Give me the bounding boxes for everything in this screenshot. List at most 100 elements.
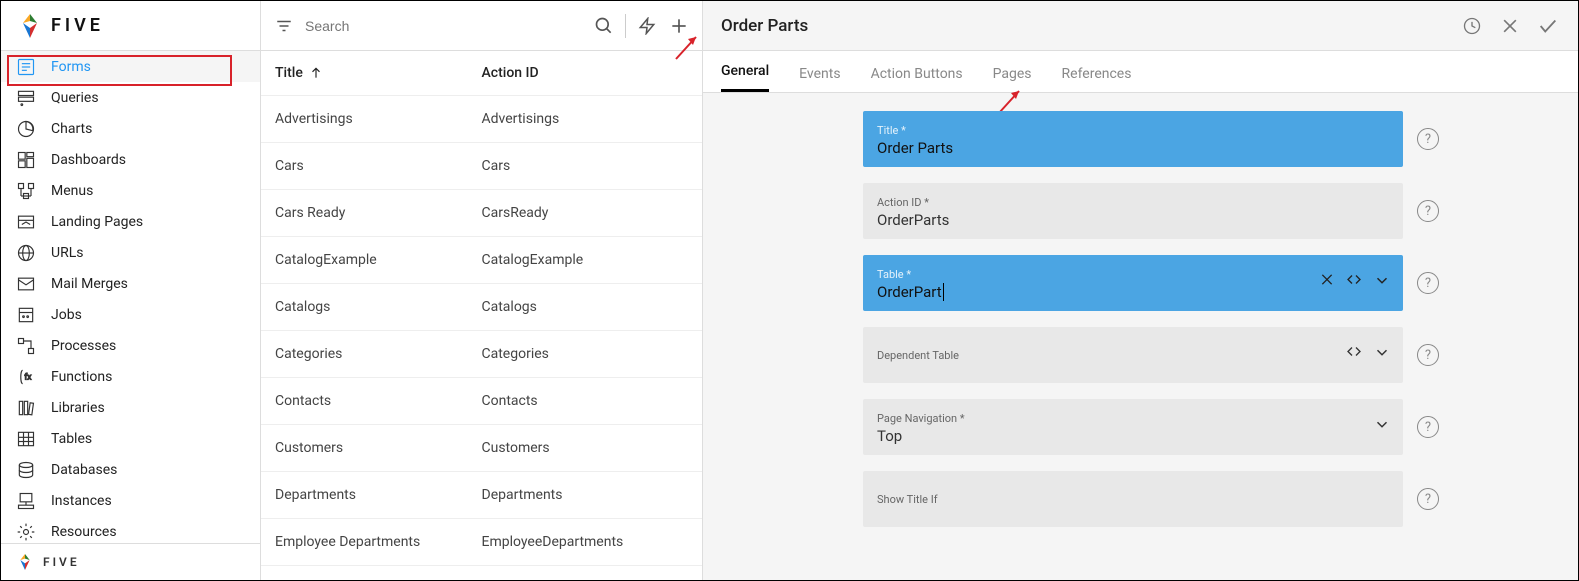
resource-icon [15, 521, 37, 543]
tab-references[interactable]: References [1062, 56, 1132, 92]
list-row[interactable]: AdvertisingsAdvertisings [261, 96, 702, 143]
list-row[interactable]: CatalogExampleCatalogExample [261, 237, 702, 284]
close-icon[interactable] [1498, 14, 1522, 38]
sidebar-item-label: Landing Pages [51, 214, 143, 230]
sidebar-item-instances[interactable]: Instances [1, 485, 260, 516]
help-icon[interactable]: ? [1417, 344, 1439, 366]
list-row[interactable]: ContactsContacts [261, 378, 702, 425]
help-icon[interactable]: ? [1417, 272, 1439, 294]
list-row[interactable]: DepartmentsDepartments [261, 472, 702, 519]
landing-icon [15, 211, 37, 233]
list-row[interactable]: Employee DepartmentsEmployeeDepartments [261, 519, 702, 566]
field-icons [1345, 344, 1391, 367]
process-icon [15, 335, 37, 357]
field-icons [1373, 416, 1391, 439]
col-title[interactable]: Title [275, 65, 482, 81]
field-f5[interactable]: Page Navigation *Top [863, 399, 1403, 455]
cell-title: Cars Ready [275, 205, 482, 221]
cell-title: Employee Departments [275, 534, 482, 550]
code-icon[interactable] [1345, 272, 1363, 295]
field-f6[interactable]: Show Title If [863, 471, 1403, 527]
sidebar-item-label: Queries [51, 90, 99, 106]
cell-title: CatalogExample [275, 252, 482, 268]
sidebar-item-queries[interactable]: Queries [1, 82, 260, 113]
help-icon[interactable]: ? [1417, 200, 1439, 222]
chevron-down-icon[interactable] [1373, 272, 1391, 295]
clear-icon[interactable] [1319, 272, 1335, 295]
logo: FIVE [1, 1, 260, 51]
field-row: Title *Order Parts? [863, 111, 1568, 167]
chart-icon [15, 118, 37, 140]
list-row[interactable]: CustomersCustomers [261, 425, 702, 472]
field-f2[interactable]: Action ID *OrderParts [863, 183, 1403, 239]
history-icon[interactable] [1460, 14, 1484, 38]
chevron-down-icon[interactable] [1373, 344, 1391, 367]
logo-icon [15, 11, 45, 41]
help-icon[interactable]: ? [1417, 128, 1439, 150]
db-icon [15, 459, 37, 481]
sidebar-item-dashboards[interactable]: Dashboards [1, 144, 260, 175]
sidebar-item-charts[interactable]: Charts [1, 113, 260, 144]
query-icon [15, 87, 37, 109]
col-action[interactable]: Action ID [482, 65, 689, 81]
bolt-icon[interactable] [636, 15, 658, 37]
tab-events[interactable]: Events [799, 56, 840, 92]
help-icon[interactable]: ? [1417, 416, 1439, 438]
sidebar-item-databases[interactable]: Databases [1, 454, 260, 485]
field-f3[interactable]: Table *OrderPart [863, 255, 1403, 311]
search-icon[interactable] [593, 15, 615, 37]
cell-action: Customers [482, 440, 689, 456]
sidebar-item-label: Menus [51, 183, 93, 199]
help-icon[interactable]: ? [1417, 488, 1439, 510]
chevron-down-icon[interactable] [1373, 416, 1391, 439]
sidebar-item-functions[interactable]: fxFunctions [1, 361, 260, 392]
col-action-label: Action ID [482, 65, 539, 81]
tab-action-buttons[interactable]: Action Buttons [871, 56, 963, 92]
sidebar-item-mail-merges[interactable]: Mail Merges [1, 268, 260, 299]
tabs: General Events Action Buttons Pages Referenc… [703, 51, 1578, 93]
sidebar-item-menus[interactable]: Menus [1, 175, 260, 206]
sidebar-item-label: Processes [51, 338, 116, 354]
sidebar-item-landing-pages[interactable]: Landing Pages [1, 206, 260, 237]
filter-icon[interactable] [273, 15, 295, 37]
field-value: Top [877, 427, 1389, 445]
cell-action: CarsReady [482, 205, 689, 221]
sidebar-item-urls[interactable]: URLs [1, 237, 260, 268]
sidebar-item-label: Resources [51, 524, 117, 540]
sidebar: FIVE Forms Queries Charts Dashboards Menus La… [1, 1, 261, 580]
field-value: Order Parts [877, 139, 1389, 157]
field-value: OrderPart [877, 283, 1389, 301]
detail-header: Order Parts [703, 1, 1578, 51]
cell-title: Catalogs [275, 299, 482, 315]
list-row[interactable]: CatalogsCatalogs [261, 284, 702, 331]
sidebar-item-label: Mail Merges [51, 276, 128, 292]
field-f1[interactable]: Title *Order Parts [863, 111, 1403, 167]
sidebar-item-tables[interactable]: Tables [1, 423, 260, 454]
sidebar-item-libraries[interactable]: Libraries [1, 392, 260, 423]
tab-general[interactable]: General [721, 53, 769, 92]
cell-action: Cars [482, 158, 689, 174]
table-icon [15, 428, 37, 450]
code-icon[interactable] [1345, 344, 1363, 367]
confirm-icon[interactable] [1536, 14, 1560, 38]
sidebar-item-forms[interactable]: Forms [1, 51, 260, 82]
sidebar-item-label: Charts [51, 121, 92, 137]
footer-logo-text: FIVE [43, 555, 80, 569]
menu-icon [15, 180, 37, 202]
sidebar-item-jobs[interactable]: Jobs [1, 299, 260, 330]
detail-title: Order Parts [721, 16, 1446, 36]
field-label: Action ID * [877, 196, 1389, 209]
field-f4[interactable]: Dependent Table [863, 327, 1403, 383]
jobs-icon [15, 304, 37, 326]
list-row[interactable]: CategoriesCategories [261, 331, 702, 378]
tab-pages[interactable]: Pages [993, 56, 1032, 92]
add-icon[interactable] [668, 15, 690, 37]
instance-icon [15, 490, 37, 512]
list-row[interactable]: Cars ReadyCarsReady [261, 190, 702, 237]
list-body: AdvertisingsAdvertisingsCarsCarsCars Rea… [261, 96, 702, 580]
sidebar-item-resources[interactable]: Resources [1, 516, 260, 543]
field-row: Action ID *OrderParts? [863, 183, 1568, 239]
sidebar-item-processes[interactable]: Processes [1, 330, 260, 361]
search-input[interactable] [305, 18, 583, 34]
list-row[interactable]: CarsCars [261, 143, 702, 190]
